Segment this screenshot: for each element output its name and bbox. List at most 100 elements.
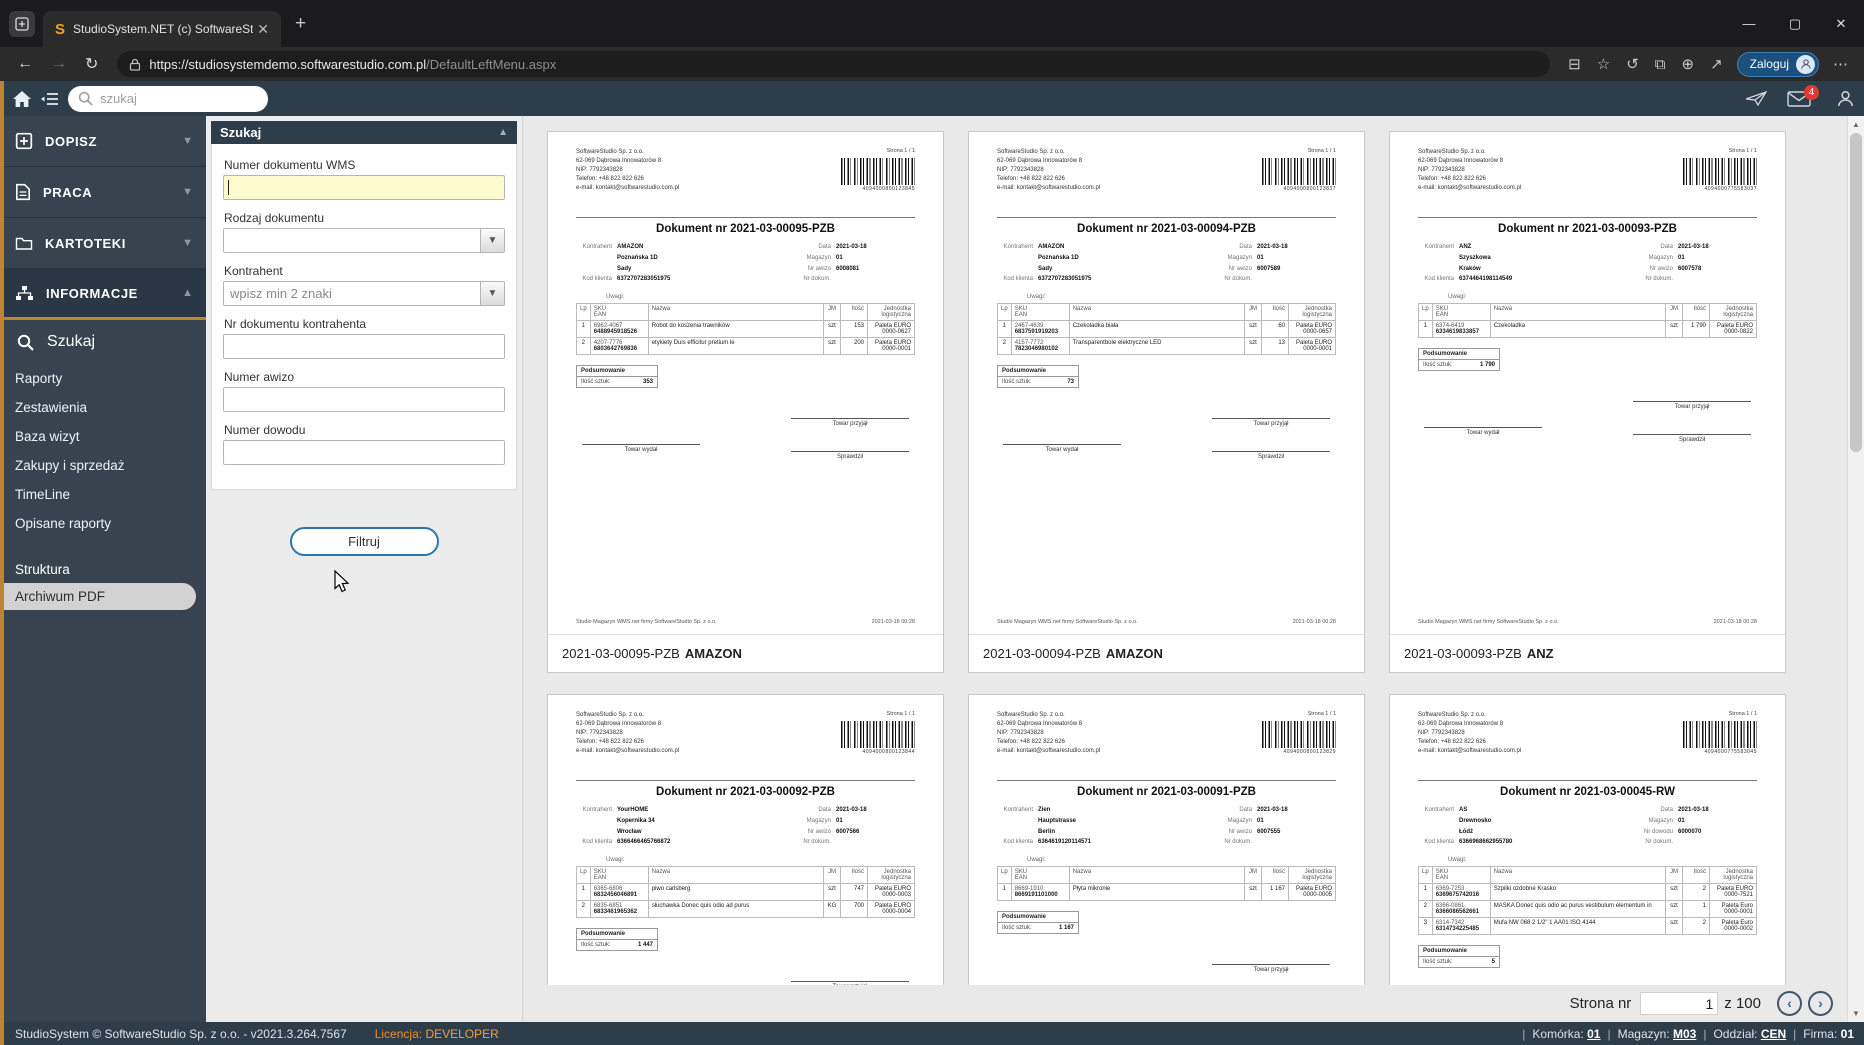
document-card[interactable]: SoftwareStudio Sp. z o.o. 62-069 Dąbrowa … [968,131,1365,673]
meta-value: 6372707283051975 [1038,276,1092,283]
select-rodzaj-dokumentu[interactable]: ▼ [223,228,505,253]
forward-icon[interactable]: → [42,55,76,73]
doc-info-block: Data 2021-03-18 Magazyn 01 Nr awizo 6007589 Nr… [1218,242,1336,285]
chevron-down-icon[interactable]: ▼ [480,282,504,305]
card-caption: 2021-03-00095-PZB AMAZON [548,635,943,672]
meta-row: Magazyn 01 [797,816,915,827]
summary-title: Podsumowanie [998,366,1078,378]
chevron-down-icon[interactable]: ▼ [480,229,504,252]
vertical-scrollbar[interactable]: ▲ ▼ [1847,116,1864,1022]
window-controls: — ▢ ✕ [1726,0,1864,47]
uwagi-label: Uwagi: [1448,857,1467,864]
meta-label: Nr dokum. [803,276,831,283]
document-card[interactable]: SoftwareStudio Sp. z o.o. 62-069 Dąbrowa … [1389,694,1786,1022]
sidebar-item-praca[interactable]: PRACA ▼ [0,167,206,218]
signature-right-column: Towar przyjął Sprawdził [1633,401,1751,443]
items-table: Lp SKU EAN Nazwa JM Ilość Jednostka logistyczn… [1418,866,1757,936]
sidebar-item-dopisz[interactable]: DOPISZ ▼ [0,116,206,167]
sidebar-subitem-timeline[interactable]: TimeLine [0,480,206,509]
next-page-button[interactable]: › [1808,991,1833,1016]
tab-close-icon[interactable]: ✕ [253,21,273,38]
document-card[interactable]: SoftwareStudio Sp. z o.o. 62-069 Dąbrowa … [1389,131,1786,673]
meta-row: Kraków [1418,264,1639,275]
refresh-icon[interactable]: ↻ [76,54,107,74]
pdf-preview: SoftwareStudio Sp. z o.o. 62-069 Dąbrowa … [1390,132,1785,635]
statusbar-separator: | [1522,1026,1526,1041]
browser-login-button[interactable]: Zaloguj [1736,51,1819,77]
sidebar-subitem-archiwum-pdf[interactable]: Archiwum PDF [0,583,196,610]
page-number-input[interactable] [1640,992,1719,1015]
statusbar-value[interactable]: 01 [1587,1027,1600,1041]
summary-title: Podsumowanie [577,929,657,941]
collapse-panel-icon[interactable]: ▲ [498,127,508,138]
input-numer-dowodu[interactable] [223,440,505,465]
input-nr-dokumentu-kontrahenta[interactable] [223,334,505,359]
document-card[interactable]: SoftwareStudio Sp. z o.o. 62-069 Dąbrowa … [547,131,944,673]
share-icon[interactable]: ↗ [1702,55,1731,73]
meta-row: Magazyn 01 [797,253,915,264]
sidebar-subitem-opisane-raporty[interactable]: Opisane raporty [0,509,206,538]
send-icon[interactable] [1745,91,1767,106]
card-caption: 2021-03-00094-PZB AMAZON [969,635,1364,672]
sidebar-subitem-baza-wizyt[interactable]: Baza wizyt [0,422,206,451]
more-menu-icon[interactable]: ⋯ [1825,55,1856,73]
collapse-menu-icon[interactable] [40,91,60,107]
meta-value: 01 [1257,817,1264,824]
select-value: wpisz min 2 znaki [230,286,332,301]
scrollbar-thumb[interactable] [1850,133,1862,452]
collections-icon[interactable]: ⧉ [1647,56,1674,73]
select-kontrahent[interactable]: wpisz min 2 znaki ▼ [223,281,505,306]
document-card[interactable]: SoftwareStudio Sp. z o.o. 62-069 Dąbrowa … [547,694,944,1022]
browser-tab[interactable]: S StudioSystem.NET (c) SoftwareSt ✕ [43,11,281,47]
new-tab-button[interactable]: + [295,13,306,35]
statusbar-value[interactable]: CEN [1761,1027,1786,1041]
document-card[interactable]: SoftwareStudio Sp. z o.o. 62-069 Dąbrowa … [968,694,1365,1022]
sidebar-item-szukaj[interactable]: Szukaj [0,320,206,364]
uwagi-label: Uwagi: [606,294,625,301]
close-button[interactable]: ✕ [1818,0,1864,47]
meta-label: Nr awizo [1649,265,1673,272]
address-bar[interactable]: https://studiosystemdemo.softwarestudio.… [117,51,1551,77]
sidebar-subitem-zakupy-i-sprzeda-[interactable]: Zakupy i sprzedaż [0,451,206,480]
minimize-button[interactable]: — [1726,0,1772,47]
statusbar-value[interactable]: M03 [1673,1027,1696,1041]
favorites-star-icon[interactable]: ☆ [1589,55,1618,73]
filter-panel-header[interactable]: Szukaj ▲ [211,121,517,144]
meta-row: Kontrahent ANZ [1418,242,1639,253]
split-screen-icon[interactable]: ⊟ [1560,55,1589,73]
workspaces-icon[interactable] [9,10,35,37]
sidebar-item-informacje[interactable]: INFORMACJE ▲ [0,269,206,320]
filter-button[interactable]: Filtruj [289,527,439,556]
meta-value: Sady [1038,265,1053,272]
search-placeholder: szukaj [100,91,137,106]
uwagi-label: Uwagi: [1027,857,1046,864]
history-icon[interactable]: ↺ [1618,55,1647,73]
sidebar-item-kartoteki[interactable]: KARTOTEKI ▼ [0,218,206,269]
company-header: SoftwareStudio Sp. z o.o. 62-069 Dąbrowa … [997,712,1101,754]
sidebar-subitem-zestawienia[interactable]: Zestawienia [0,393,206,422]
card-caption: 2021-03-00093-PZB ANZ [1390,635,1785,672]
input-numer-dokumentu-wms[interactable] [223,175,505,200]
prev-page-button[interactable]: ‹ [1777,991,1802,1016]
extensions-icon[interactable]: ⊕ [1673,55,1702,73]
mail-icon[interactable]: 4 [1787,84,1819,107]
meta-value: ANZ [1459,244,1472,250]
meta-value: 2021-03-18 [836,244,867,250]
scroll-up-icon[interactable]: ▲ [1848,116,1864,133]
doc-header: SoftwareStudio Sp. z o.o. 62-069 Dąbrowa … [997,711,1336,756]
sidebar-subitem-struktura[interactable]: Struktura [0,556,206,583]
back-icon[interactable]: ← [8,55,42,73]
plus-square-icon [15,132,33,150]
home-icon[interactable] [12,90,32,108]
sidebar-subitem-raporty[interactable]: Raporty [0,364,206,393]
input-numer-awizo[interactable] [223,387,505,412]
contractor-block: Kontrahent AMAZON Poznańska 1D Sady Kod klie… [997,242,1218,285]
meta-row: Berlin [997,827,1218,838]
scroll-down-icon[interactable]: ▼ [1848,1005,1864,1022]
meta-label: Data [1239,244,1252,250]
maximize-button[interactable]: ▢ [1772,0,1818,47]
global-search-input[interactable]: szukaj [68,85,268,112]
content-area: SoftwareStudio Sp. z o.o. 62-069 Dąbrowa … [523,116,1847,1022]
document-title: Dokument nr 2021-03-00045-RW [1418,780,1757,798]
user-icon[interactable] [1837,90,1854,107]
